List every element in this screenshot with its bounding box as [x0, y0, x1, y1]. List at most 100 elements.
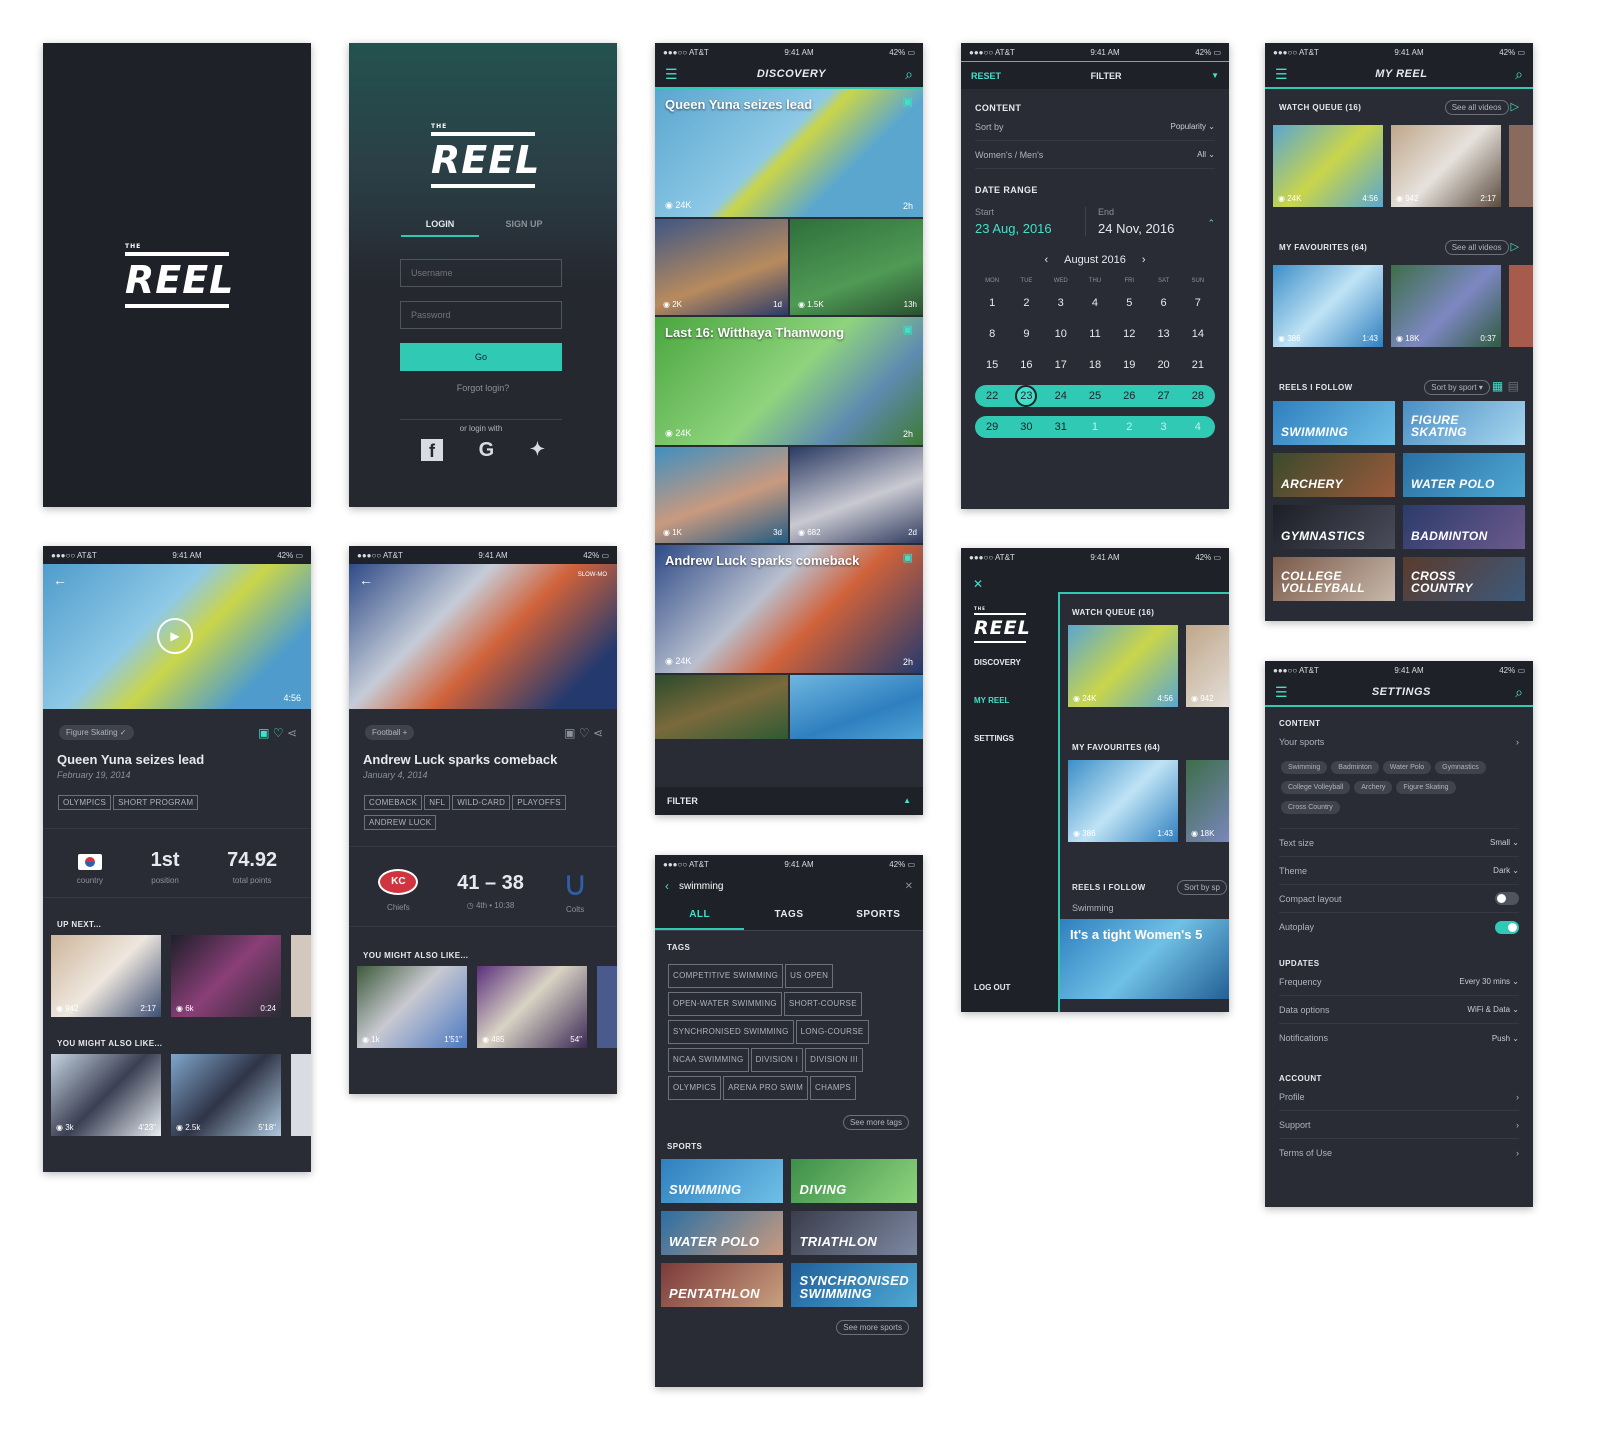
- sport-chip[interactable]: Water Polo: [1382, 761, 1432, 774]
- sort-by-sport-dropdown[interactable]: Sort by sport ▾: [1424, 380, 1490, 395]
- tag-chip[interactable]: NFL: [424, 795, 451, 810]
- tag-chip[interactable]: WILD-CARD: [452, 795, 511, 810]
- menu-settings[interactable]: SETTINGS: [974, 734, 1014, 743]
- calendar-day[interactable]: 19: [1112, 350, 1146, 381]
- video-player[interactable]: ← SLOW-MO: [349, 564, 617, 709]
- calendar-day[interactable]: 28: [1181, 385, 1215, 407]
- followed-sport-tile[interactable]: ARCHERY: [1273, 453, 1395, 497]
- sort-by-sport-dropdown[interactable]: Sort by sp: [1176, 880, 1227, 895]
- add-reel-icon[interactable]: ▣: [564, 726, 575, 740]
- might-like-thumb[interactable]: ◉ 3k 4'23": [51, 1054, 161, 1136]
- tab-tags[interactable]: TAGS: [744, 899, 833, 930]
- calendar-day[interactable]: 21: [1181, 350, 1215, 381]
- calendar-day[interactable]: 25: [1078, 385, 1112, 407]
- tag-chip[interactable]: US OPEN: [785, 964, 834, 988]
- calendar-day-selected[interactable]: 23: [1015, 385, 1038, 407]
- notifications-row[interactable]: Notifications Push ⌄: [1279, 1024, 1519, 1052]
- sport-chip[interactable]: Figure Skating: [1396, 781, 1456, 794]
- start-date[interactable]: Start 23 Aug, 2016: [975, 207, 1085, 236]
- search-sport-tile[interactable]: DIVING: [791, 1159, 917, 1203]
- might-like-thumb[interactable]: ◉ 1k 1'51": [357, 966, 467, 1048]
- sport-chip[interactable]: Gymnastics: [1435, 761, 1486, 774]
- search-sport-tile[interactable]: PENTATHLON: [661, 1263, 784, 1307]
- hero-card-archery[interactable]: Last 16: Witthaya Thamwong ▣ ◉ 24K 2h: [655, 317, 923, 445]
- search-icon[interactable]: ⌕: [1515, 67, 1523, 81]
- up-next-thumb[interactable]: ◉ 6k 0:24: [171, 935, 281, 1017]
- tag-chip[interactable]: ANDREW LUCK: [364, 815, 437, 830]
- calendar-day[interactable]: 11: [1078, 319, 1112, 350]
- tag-chip[interactable]: COMPETITIVE SWIMMING: [668, 964, 784, 988]
- followed-sport-tile[interactable]: GYMNASTICS: [1273, 505, 1395, 549]
- grid-view-icon[interactable]: ▦: [1492, 379, 1503, 393]
- hero-card-yuna[interactable]: Queen Yuna seizes lead ▣ ◉ 24K 2h: [655, 89, 923, 217]
- hamburger-menu-icon[interactable]: ☰: [665, 67, 678, 81]
- watch-queue-thumb[interactable]: ◉ 24K 4:56: [1068, 625, 1178, 707]
- play-circle-icon[interactable]: ▷: [1511, 101, 1519, 113]
- calendar-day[interactable]: 4: [1181, 416, 1215, 438]
- calendar-day[interactable]: 27: [1146, 385, 1180, 407]
- password-input[interactable]: [400, 301, 562, 329]
- calendar-day[interactable]: 7: [1181, 288, 1215, 319]
- watch-queue-thumb[interactable]: [1509, 125, 1533, 207]
- data-options-row[interactable]: Data options WiFi & Data ⌄: [1279, 996, 1519, 1024]
- sport-chip[interactable]: Archery: [1354, 781, 1393, 794]
- back-chevron-icon[interactable]: ‹: [665, 880, 669, 892]
- favourite-thumb[interactable]: ◉ 18K: [1186, 760, 1229, 842]
- end-date[interactable]: End 24 Nov, 2016: [1085, 207, 1207, 236]
- text-size-row[interactable]: Text size Small ⌄: [1279, 829, 1519, 857]
- search-sport-tile[interactable]: SWIMMING: [661, 1159, 784, 1203]
- followed-sport-tile[interactable]: COLLEGE VOLLEYBALL: [1273, 557, 1395, 601]
- signup-tab[interactable]: SIGN UP: [485, 219, 563, 229]
- share-icon[interactable]: ⋖: [593, 726, 603, 740]
- followed-sport-tile[interactable]: WATER POLO: [1403, 453, 1525, 497]
- close-icon[interactable]: ✕: [973, 578, 983, 590]
- tag-chip[interactable]: SYNCHRONISED SWIMMING: [668, 1020, 794, 1044]
- username-input[interactable]: [400, 259, 562, 287]
- might-like-thumb[interactable]: [597, 966, 617, 1048]
- calendar-day[interactable]: 2: [1009, 288, 1043, 319]
- sort-by-row[interactable]: Sort by Popularity ⌄: [975, 113, 1215, 141]
- sport-chip[interactable]: Figure Skating ✓: [59, 725, 134, 740]
- tag-chip[interactable]: CHAMPS: [810, 1076, 857, 1100]
- followed-sport-tile[interactable]: FIGURE SKATING: [1403, 401, 1525, 445]
- menu-logout[interactable]: LOG OUT: [974, 983, 1010, 992]
- profile-row[interactable]: Profile ›: [1279, 1083, 1519, 1111]
- chevron-up-icon[interactable]: ⌃: [1207, 219, 1215, 228]
- back-arrow-icon[interactable]: ←: [359, 572, 373, 588]
- add-reel-icon[interactable]: ▣: [258, 726, 269, 740]
- facebook-icon[interactable]: f: [421, 439, 443, 461]
- play-circle-icon[interactable]: ▷: [1511, 241, 1519, 253]
- tag-chip[interactable]: OLYMPICS: [58, 795, 112, 810]
- login-tab[interactable]: LOGIN: [401, 219, 479, 237]
- go-button[interactable]: Go: [400, 343, 562, 371]
- calendar-day[interactable]: 2: [1112, 416, 1146, 438]
- compact-toggle[interactable]: [1495, 892, 1519, 905]
- calendar-day[interactable]: 18: [1078, 350, 1112, 381]
- back-arrow-icon[interactable]: ←: [53, 572, 67, 588]
- followed-sport-tile[interactable]: SWIMMING: [1273, 401, 1395, 445]
- see-more-tags-button[interactable]: See more tags: [842, 1115, 909, 1130]
- tag-chip[interactable]: SHORT-COURSE: [783, 992, 862, 1016]
- calendar-day[interactable]: 30: [1009, 416, 1043, 438]
- tag-chip[interactable]: PLAYOFFS: [512, 795, 566, 810]
- tag-chip[interactable]: NCAA SWIMMING: [668, 1048, 749, 1072]
- twitter-icon[interactable]: ✦: [530, 439, 545, 462]
- card-soccer[interactable]: ◉ 1.5K 13h: [790, 219, 923, 315]
- add-reel-icon[interactable]: ▣: [903, 553, 913, 564]
- forgot-login-link[interactable]: Forgot login?: [349, 383, 617, 393]
- favourite-thumb[interactable]: ◉ 18K 0:37: [1391, 265, 1501, 347]
- might-like-thumb[interactable]: ◉ 485 54": [477, 966, 587, 1048]
- gender-row[interactable]: Women's / Men's All ⌄: [975, 141, 1215, 169]
- watch-queue-thumb[interactable]: ◉ 942 2:17: [1391, 125, 1501, 207]
- terms-row[interactable]: Terms of Use ›: [1279, 1139, 1519, 1167]
- hamburger-menu-icon[interactable]: ☰: [1275, 685, 1288, 699]
- calendar-day[interactable]: 3: [1044, 288, 1078, 319]
- autoplay-toggle[interactable]: [1495, 920, 1519, 934]
- google-icon[interactable]: G: [479, 439, 495, 462]
- card-basketball[interactable]: ◉ 2K 1d: [655, 219, 788, 315]
- heart-icon[interactable]: ♡: [273, 726, 284, 740]
- calendar-day[interactable]: 16: [1009, 350, 1043, 381]
- card-waterpolo[interactable]: [790, 675, 923, 739]
- search-sport-tile[interactable]: SYNCHRONISED SWIMMING: [791, 1263, 917, 1307]
- tag-chip[interactable]: OPEN-WATER SWIMMING: [668, 992, 782, 1016]
